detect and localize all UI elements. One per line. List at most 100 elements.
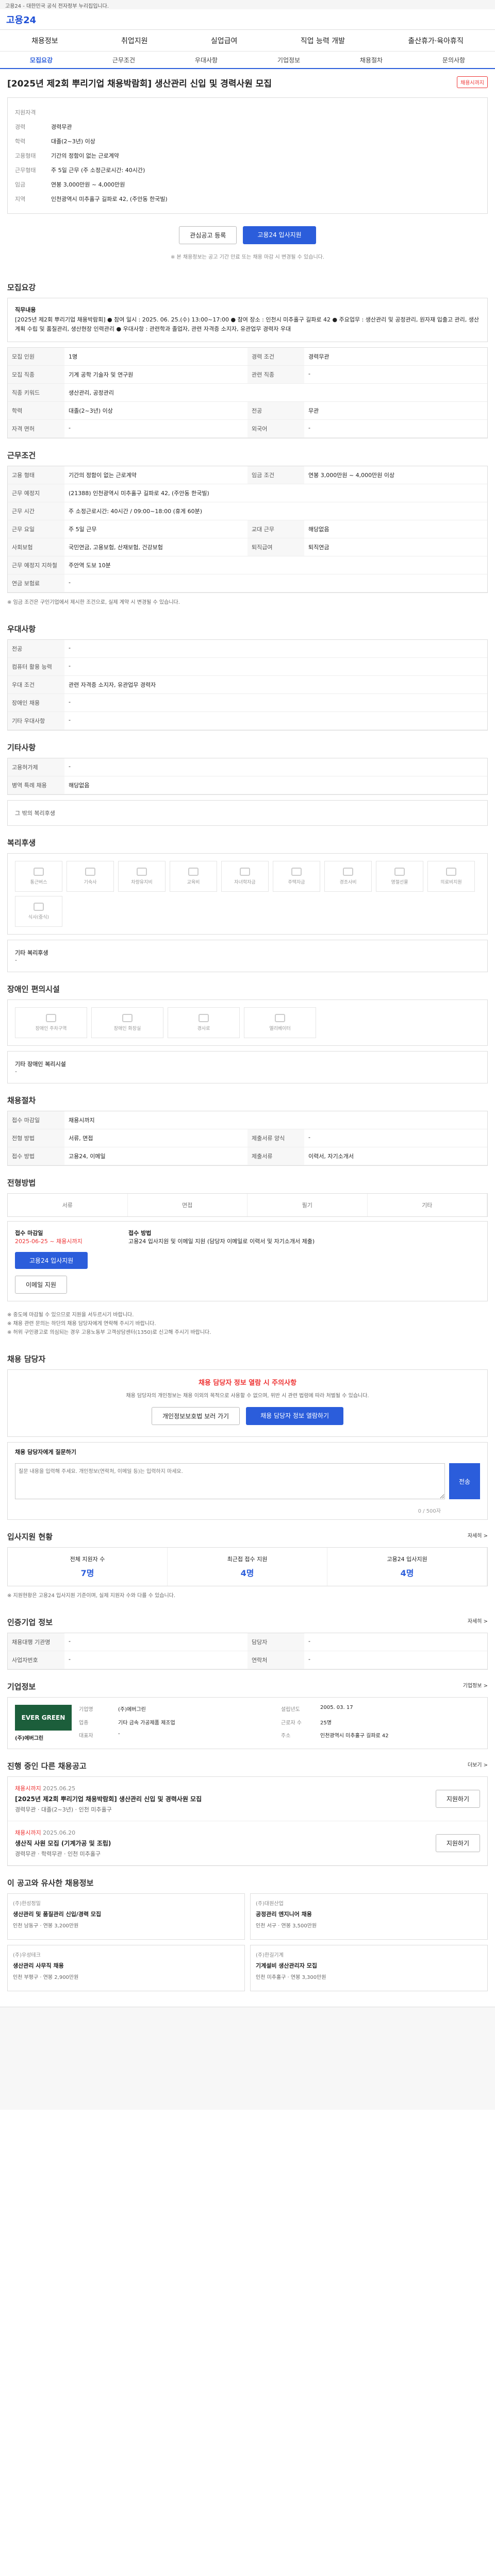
company-info-key: 주소 — [281, 1733, 291, 1739]
duty-label: 직무내용 — [15, 307, 36, 313]
recommend-card[interactable]: (주)한성정밀 생산관리 및 품질관리 신입/경력 모집 인천 남동구 · 연봉 3… — [7, 1893, 245, 1940]
company-info-value: 인천광역시 미추홀구 길파로 42 — [320, 1733, 389, 1739]
tab[interactable]: 채용절차 — [330, 52, 412, 68]
recommend-card[interactable]: (주)우성테크 생산관리 사무직 채용 인천 부평구 · 연봉 2,900만원 — [7, 1945, 245, 1992]
view-contact-button[interactable]: 채용 담당자 정보 열람하기 — [246, 1407, 343, 1426]
site-footer — [0, 2007, 495, 2110]
accessibility-label: 엘리베이터 — [269, 1026, 291, 1032]
company-more-link[interactable]: 기업정보 > — [463, 1681, 488, 1692]
tab[interactable]: 문의사항 — [412, 52, 495, 68]
welfare-item: 자녀학자금 — [221, 861, 269, 892]
cell-key: 제출서류 — [248, 1147, 304, 1166]
site-logo[interactable]: 고용24 — [6, 13, 36, 26]
dorm-icon — [85, 868, 95, 876]
section-title-other: 기타사항 — [7, 743, 36, 753]
process-grid: 접수 마감일 채용시까지 전형 방법 서류, 면접 제출서류 양식 - 접수 방법 고용2… — [8, 1111, 487, 1166]
accessibility-item: 경사로 — [168, 1007, 240, 1039]
cell-value: 관련 자격증 소지자, 유관업무 경력자 — [64, 676, 487, 694]
save-job-button[interactable]: 관심공고 등록 — [179, 226, 237, 244]
nav-item[interactable]: 실업급여 — [211, 36, 238, 46]
cell-key: 장애인 채용 — [8, 694, 64, 713]
cell-value: 해당없음 — [64, 776, 487, 795]
cell-key: 병역 특례 채용 — [8, 776, 64, 795]
tab[interactable]: 기업정보 — [248, 52, 330, 68]
tab[interactable]: 모집요강 — [0, 52, 82, 68]
restroom-icon — [122, 1014, 133, 1023]
section-title-agency: 인증기업 정보 자세히 > — [0, 1605, 495, 1633]
tab[interactable]: 우대사항 — [165, 52, 248, 68]
welfare-label: 식사(중식) — [28, 915, 50, 921]
question-input[interactable] — [15, 1463, 445, 1500]
company-info-value: - — [118, 1731, 120, 1737]
welfare-label: 통근버스 — [30, 880, 47, 886]
send-button[interactable]: 전송 — [449, 1463, 480, 1500]
welfare-item: 명절선물 — [376, 861, 423, 892]
company-box: EVER GREEN (주)에버그린 기업명 (주)에버그린 설립년도 2005. … — [7, 1697, 488, 1750]
stat-item: 최근접 접수 지원 4명 — [168, 1548, 327, 1586]
section-title-process: 채용절차 — [7, 1096, 36, 1106]
email-apply-button[interactable]: 이메일 지원 — [15, 1276, 68, 1294]
job-apply-button[interactable]: 지원하기 — [435, 1834, 480, 1853]
nav-item[interactable]: 직업 능력 개발 — [301, 36, 345, 46]
summary-row: 임금 연봉 3,000만원 ~ 4,000만원 — [15, 177, 480, 192]
job-item[interactable]: 채용시까지 2025.06.20 생산직 사원 모집 (기계가공 및 조립) 경… — [8, 1821, 487, 1866]
welfare-label: 경조사비 — [339, 880, 357, 886]
recruit-table: 모집 인원 1명 경력 조건 경력무관 모집 직종 기계 공학 기술자 및 연구원 관련 … — [7, 347, 488, 439]
house-icon — [291, 868, 302, 876]
nav-item[interactable]: 취업지원 — [121, 36, 148, 46]
welfare-label: 교육비 — [187, 880, 200, 886]
recommend-card[interactable]: (주)한길기계 기계설비 생산관리자 모집 인천 미추홀구 · 연봉 3,300만원 — [250, 1945, 488, 1992]
nav-item[interactable]: 채용정보 — [31, 36, 58, 46]
cell-key: 외국어 — [248, 420, 304, 438]
bus-icon — [34, 868, 44, 876]
apply-method-label: 접수 방법 — [128, 1230, 152, 1237]
apply-deadline-label: 접수 마감일 — [15, 1230, 43, 1237]
company-title: 기업정보 — [7, 1682, 36, 1692]
job-item[interactable]: 채용시까지 2025.06.25 [2025년 제2회 뿌리기업 채용박람회] … — [8, 1777, 487, 1822]
cell-value: - — [304, 1129, 487, 1148]
recommend-card[interactable]: (주)대원산업 공정관리 엔지니어 채용 인천 서구 · 연봉 3,500만원 — [250, 1893, 488, 1940]
rec-conditions: 인천 부평구 · 연봉 2,900만원 — [13, 1975, 79, 1981]
job-title-link[interactable]: [2025년 제2회 뿌리기업 채용박람회] 생산관리 신입 및 경력사원 모집 — [15, 1794, 428, 1803]
cell-value: 주안역 도보 10분 — [64, 556, 487, 575]
detail-tabs: 모집요강 근무조건 우대사항 기업정보 채용절차 문의사항 — [0, 52, 495, 69]
other-jobs-more-link[interactable]: 더보기 > — [468, 1760, 488, 1771]
cell-value: - — [304, 366, 487, 384]
cell-value: 퇴직연금 — [304, 538, 487, 557]
rec-title[interactable]: 기계설비 생산관리자 모집 — [256, 1961, 482, 1970]
job-title-link[interactable]: 생산직 사원 모집 (기계가공 및 조립) — [15, 1839, 428, 1848]
agency-more-link[interactable]: 자세히 > — [468, 1617, 488, 1628]
question-label: 채용 담당자에게 질문하기 — [15, 1449, 76, 1456]
stats-more-link[interactable]: 자세히 > — [468, 1531, 488, 1542]
nav-item[interactable]: 출산휴가·육아휴직 — [408, 36, 464, 46]
apply-button-secondary[interactable]: 고용24 입사지원 — [15, 1252, 88, 1269]
company-info-value: 기타 금속 가공제품 제조업 — [118, 1720, 175, 1726]
recruit-grid: 모집 인원 1명 경력 조건 경력무관 모집 직종 기계 공학 기술자 및 연구원 관련 … — [8, 348, 487, 438]
privacy-law-button[interactable]: 개인정보보호법 보러 가기 — [152, 1407, 240, 1426]
job-apply-button[interactable]: 지원하기 — [435, 1790, 480, 1808]
company-info-value: (주)에버그린 — [118, 1707, 146, 1713]
rec-title[interactable]: 생산관리 사무직 채용 — [13, 1961, 239, 1970]
rec-title[interactable]: 생산관리 및 품질관리 신입/경력 모집 — [13, 1910, 239, 1918]
company-info-key: 기업명 — [79, 1707, 93, 1713]
cell-value: 연봉 3,000만원 ~ 4,000만원 이상 — [304, 466, 487, 485]
stats-box: 전체 지원자 수 7명 최근접 접수 지원 4명 고용24 입사지원 4명 — [7, 1547, 488, 1587]
cell-key: 전공 — [248, 402, 304, 420]
welfare-label: 자녀학자금 — [234, 880, 256, 886]
rec-conditions: 인천 미추홀구 · 연봉 3,300만원 — [256, 1975, 326, 1981]
apply-button[interactable]: 고용24 입사지원 — [243, 226, 316, 244]
cell-value: 이력서, 자기소개서 — [304, 1147, 487, 1166]
rec-title[interactable]: 공정관리 엔지니어 채용 — [256, 1910, 482, 1918]
job-title-area: [2025년 제2회 뿌리기업 채용박람회] 생산관리 신입 및 경력사원 모집… — [0, 69, 495, 93]
meal-icon — [34, 903, 44, 911]
conditions-grid: 고용 형태 기간의 정함이 없는 근로계약 임금 조건 연봉 3,000만원 ~ 4,… — [8, 466, 487, 593]
welfare-item: 주택자금 — [273, 861, 320, 892]
method-step: 면접 — [128, 1194, 248, 1217]
cell-value: - — [64, 758, 487, 777]
job-info: 채용시까지 2025.06.20 생산직 사원 모집 (기계가공 및 조립) 경… — [15, 1828, 428, 1858]
accessibility-note: 기타 장애인 복리시설 - — [7, 1051, 488, 1084]
cell-key: 직종 키워드 — [8, 384, 64, 402]
cell-key: 근무 예정지 — [8, 484, 64, 503]
duty-text: [2025년 제2회 뿌리기업 채용박람회] ● 참여 일시 : 2025. 0… — [15, 316, 480, 333]
tab[interactable]: 근무조건 — [82, 52, 165, 68]
